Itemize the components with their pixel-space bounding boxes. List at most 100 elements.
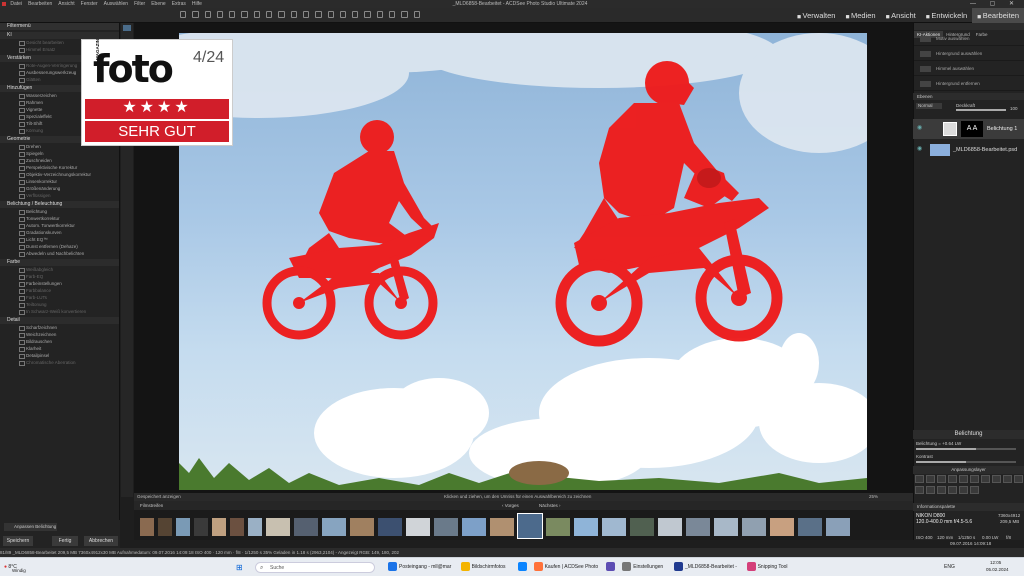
filmstrip-thumbnail[interactable] [602,518,626,536]
filter-item[interactable]: Bildrauschen [0,338,119,345]
filter-item[interactable]: Chromatische Aberration [0,359,119,366]
menu-item[interactable]: Datei [10,1,22,7]
ai-action-item[interactable]: Hintergrund auswählen [914,47,1024,61]
filter-item[interactable]: Perspektivische Korrektur [0,164,119,171]
tool-icon[interactable] [278,11,285,18]
filmstrip-thumbnail[interactable] [658,518,682,536]
save-button[interactable]: Speichern [3,536,33,546]
eye-icon[interactable]: ◉ [917,145,922,152]
filmstrip-thumbnail[interactable] [176,518,190,536]
filter-item[interactable]: Linsenkorrektur [0,178,119,185]
filmstrip-thumbnail[interactable] [406,518,430,536]
tool-icon[interactable] [413,11,420,18]
tool-icon[interactable] [339,11,347,18]
filter-item[interactable]: Autom. Tonwertkorrektur [0,222,119,229]
filter-item[interactable]: Größenänderung [0,185,119,192]
taskbar-app[interactable]: Kaufen | ACDSee Photo [533,561,598,574]
tool-icon[interactable] [364,11,371,18]
mode-tab-2[interactable]: ◼ Ansicht [881,8,921,23]
tool-icon[interactable] [241,11,248,18]
filmstrip-thumbnail[interactable] [517,513,543,539]
tool-icon[interactable] [376,11,384,18]
mode-tab-0[interactable]: ◼ Verwalten [792,8,840,23]
filter-item[interactable]: Weichzeichnen [0,331,119,338]
layer-row-base[interactable]: ◉ _MLD6858-Bearbeitet.psd [913,141,1024,159]
section-header[interactable]: Farbe [0,259,119,266]
filmstrip-thumbnail[interactable] [490,518,514,536]
tool-icon[interactable] [266,11,273,18]
mode-tab-1[interactable]: ◼ Medien [840,8,880,23]
filter-item[interactable]: Scharfzeichnen [0,324,119,331]
filmstrip-thumbnail[interactable] [714,518,738,536]
clock-date[interactable]: 05.02.2024 [986,567,1009,572]
filmstrip-thumbnail[interactable] [194,518,208,536]
tool-icon[interactable] [204,11,211,18]
adjust-layer-icon[interactable] [915,486,924,494]
filmstrip-thumbnail[interactable] [378,518,402,536]
filter-item[interactable]: Abwedeln und Nachbelichten [0,250,119,257]
section-header[interactable]: Detail [0,317,119,324]
filter-item[interactable]: Verflüssigen [0,192,119,199]
filmstrip-thumbnail[interactable] [212,518,226,536]
taskbar-app[interactable]: _MLD6858-Bearbeitet - [674,561,737,574]
ai-action-item[interactable]: Motiv auswählen [914,32,1024,46]
mode-tab-4[interactable]: ◼ Bearbeiten [972,8,1024,23]
adjust-layer-icon[interactable] [937,486,946,494]
filmstrip-thumbnail[interactable] [294,518,318,536]
taskbar-app[interactable]: Bildschirmfotos [460,561,506,574]
filmstrip-thumbnail[interactable] [248,518,262,536]
filter-item[interactable]: Detailpinsel [0,352,119,359]
done-button[interactable]: Fertig [52,536,78,546]
menu-item[interactable]: Fenster [81,1,98,7]
show-saved-toggle[interactable]: Gespeichert anzeigen [137,493,181,501]
tool-icon[interactable] [180,11,187,18]
section-header[interactable]: Belichtung / Beleuchtung [0,201,119,208]
filmstrip-thumbnail[interactable] [230,518,244,536]
ai-action-item[interactable]: Himmel auswählen [914,62,1024,76]
filmstrip-thumbnail[interactable] [434,518,458,536]
app-icon[interactable] [2,2,6,6]
zoom-level[interactable]: 25% [869,493,878,501]
filter-item[interactable]: Licht EQ™ [0,236,119,243]
filmstrip-thumbnail[interactable] [574,518,598,536]
tool-icon[interactable] [352,11,359,18]
filmstrip-thumbnail[interactable] [546,518,570,536]
tool-icon[interactable] [192,11,199,18]
adjust-layer-icon[interactable] [959,475,968,483]
selection-tool-icon[interactable] [123,25,131,31]
adjust-layer-icon[interactable] [1003,475,1012,483]
clock-time[interactable]: 12:05 [990,560,1001,565]
tool-icon[interactable] [302,11,310,18]
adjust-layer-icon[interactable] [915,475,924,483]
menu-item[interactable]: Filter [134,1,145,7]
filmstrip-thumbnail[interactable] [742,518,766,536]
adjust-layer-icon[interactable] [970,486,979,494]
tool-icon[interactable] [315,11,322,18]
cancel-button[interactable]: Abbrechen [84,536,118,546]
filter-item[interactable]: Gradationskurven [0,229,119,236]
filter-item[interactable]: Spiegeln [0,150,119,157]
mode-tab-3[interactable]: ◼ Entwickeln [921,8,972,23]
adjust-layer-icon[interactable] [926,486,935,494]
filmstrip-thumbnail[interactable] [770,518,794,536]
adjust-layer-icon[interactable] [992,475,1001,483]
menu-item[interactable]: Ebene [151,1,165,7]
taskbar-app[interactable] [606,561,617,574]
filmstrip-thumbnail[interactable] [798,518,822,536]
menu-item[interactable]: Auswählen [104,1,128,7]
tool-icon[interactable] [229,11,236,18]
adjust-layer-icon[interactable] [926,475,935,483]
opacity-slider[interactable] [956,109,1006,111]
filter-item[interactable]: In Schwarz-Weiß konvertieren [0,308,119,315]
menu-item[interactable]: Hilfe [192,1,202,7]
adjust-layer-icon[interactable] [948,486,957,494]
filter-item[interactable]: Weißabgleich [0,266,119,273]
filmstrip-thumbnail[interactable] [350,518,374,536]
filmstrip-thumbnail[interactable] [266,518,290,536]
filter-item[interactable]: Dunst entfernen (Dehaze) [0,243,119,250]
filmstrip[interactable] [134,510,913,540]
adjust-layer-icon[interactable] [959,486,968,494]
adjust-layer-icon[interactable] [970,475,979,483]
filmstrip-thumbnail[interactable] [462,518,486,536]
tool-icon[interactable] [290,11,297,18]
